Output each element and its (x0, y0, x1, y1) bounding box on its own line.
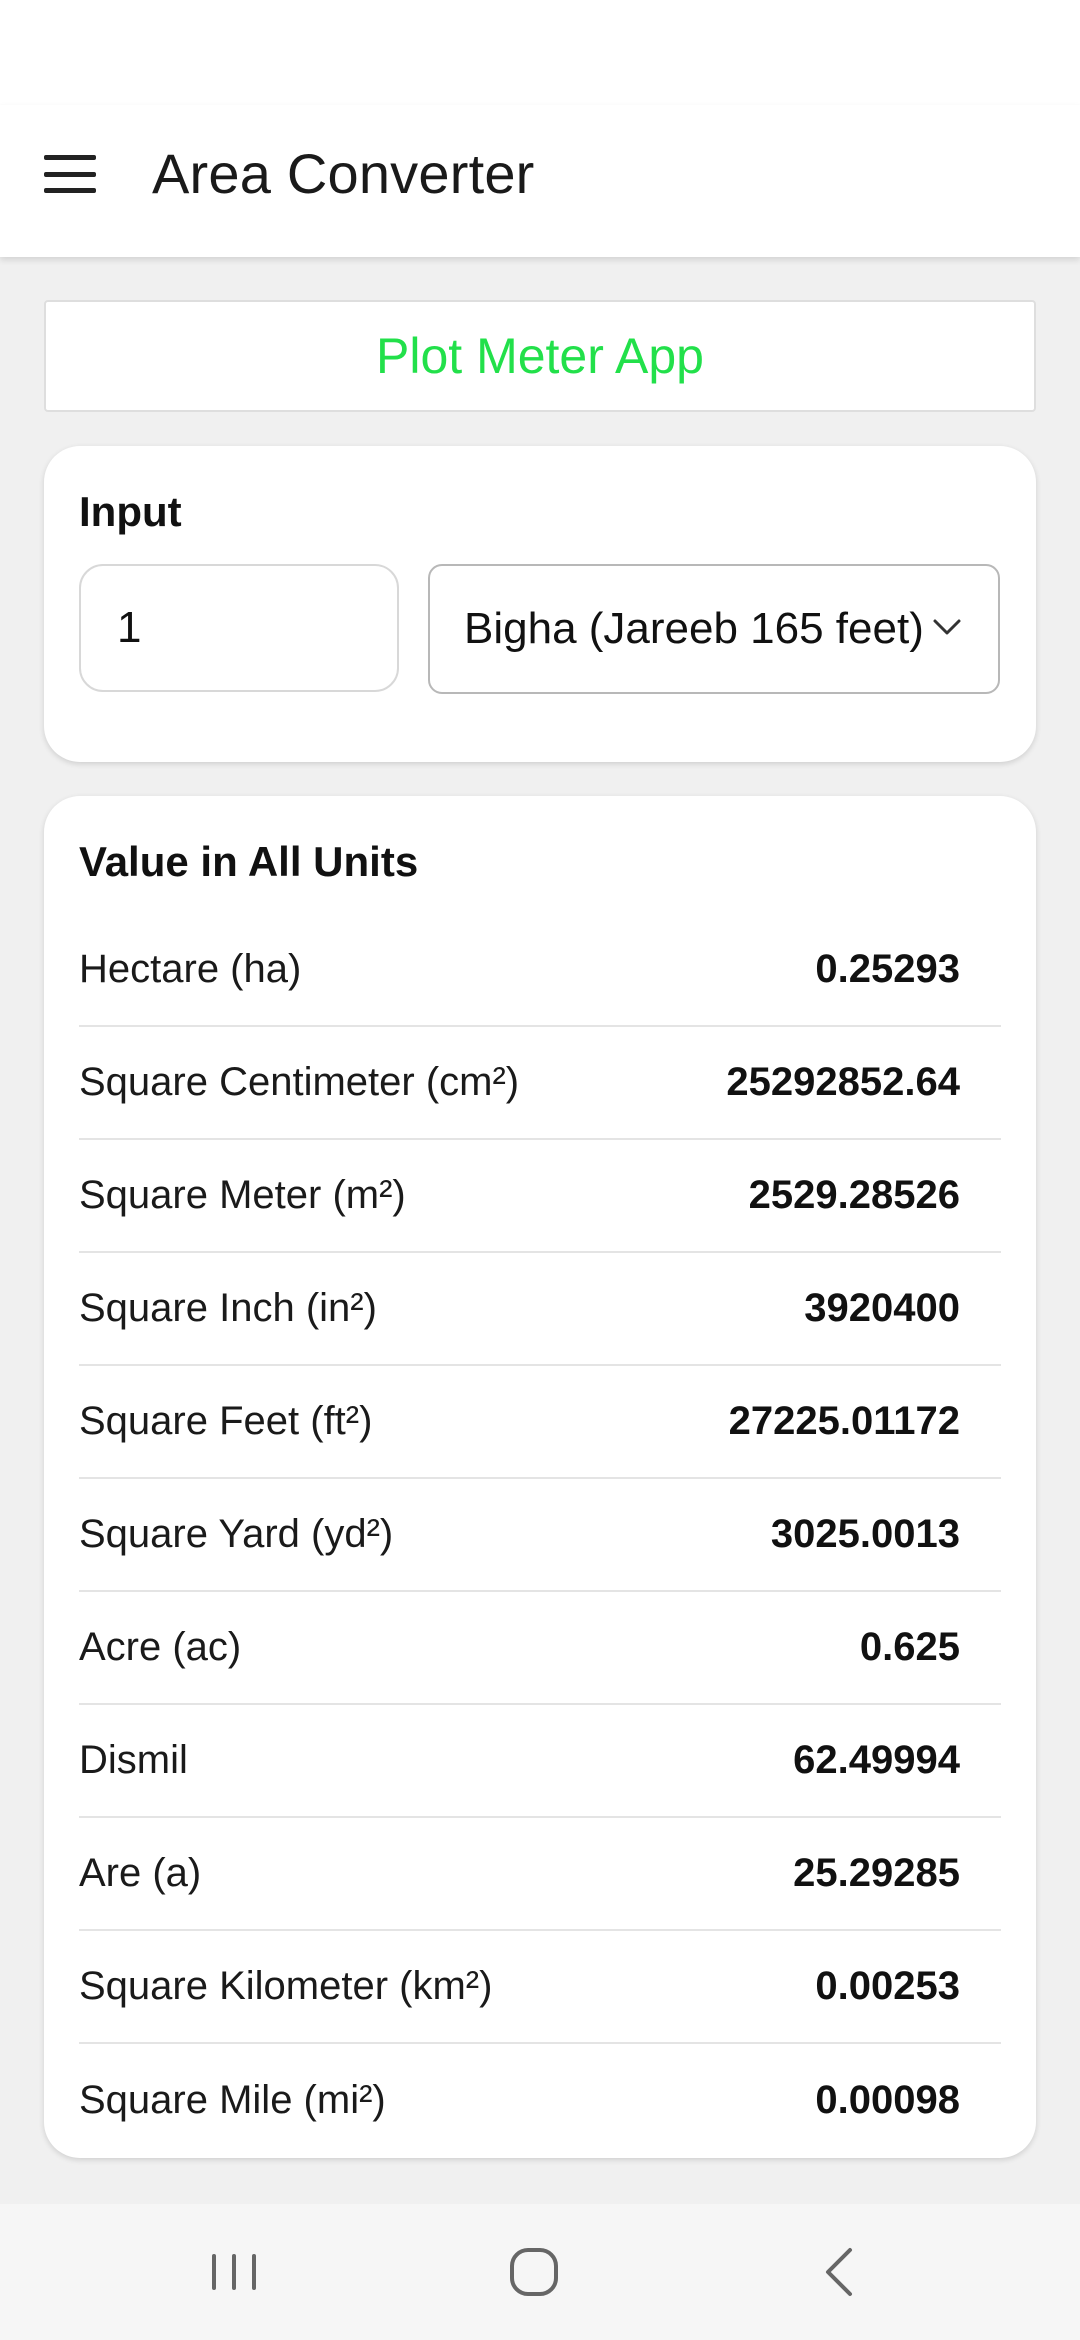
unit-label: Square Inch (in²) (79, 1286, 377, 1330)
unit-value: 0.00253 (815, 1964, 960, 2008)
app-bar: Area Converter (0, 105, 1080, 257)
list-item: Dismil 62.49994 (79, 1705, 1001, 1818)
unit-label: Square Yard (yd²) (79, 1512, 394, 1556)
status-bar (0, 0, 1080, 105)
unit-value: 0.00098 (815, 2078, 960, 2122)
unit-select[interactable]: Bigha (Jareeb 165 feet) (428, 564, 1000, 694)
unit-value: 2529.28526 (748, 1173, 960, 1217)
unit-label: Square Meter (m²) (79, 1173, 406, 1217)
unit-select-label: Bigha (Jareeb 165 feet) (464, 604, 924, 653)
unit-label: Hectare (ha) (79, 947, 302, 991)
list-item: Are (a) 25.29285 (79, 1818, 1001, 1931)
hamburger-menu-icon[interactable] (44, 155, 96, 193)
chevron-down-icon (933, 619, 961, 635)
back-icon[interactable] (810, 2242, 870, 2302)
unit-label: Square Centimeter (cm²) (79, 1060, 520, 1104)
input-card: Input Bigha (Jareeb 165 feet) (44, 446, 1036, 762)
unit-label: Square Kilometer (km²) (79, 1964, 493, 2008)
unit-value: 3920400 (804, 1286, 960, 1330)
system-nav-bar (0, 2204, 1080, 2340)
unit-value: 25.29285 (793, 1851, 960, 1895)
results-card-title: Value in All Units (79, 838, 419, 885)
unit-label: Are (a) (79, 1851, 202, 1895)
unit-label: Square Mile (mi²) (79, 2078, 386, 2122)
list-item: Square Mile (mi²) 0.00098 (79, 2044, 1001, 2157)
promo-label: Plot Meter App (376, 328, 704, 384)
list-item: Square Kilometer (km²) 0.00253 (79, 1931, 1001, 2044)
unit-label: Square Feet (ft²) (79, 1399, 373, 1443)
list-item: Square Inch (in²) 3920400 (79, 1253, 1001, 1366)
unit-value: 0.25293 (815, 947, 960, 991)
recents-icon[interactable] (204, 2242, 264, 2302)
list-item: Hectare (ha) 0.25293 (79, 914, 1001, 1027)
app-title: Area Converter (152, 142, 535, 205)
unit-label: Dismil (79, 1738, 188, 1782)
promo-banner[interactable]: Plot Meter App (44, 300, 1036, 412)
results-list: Hectare (ha) 0.25293 Square Centimeter (c… (79, 914, 1001, 2157)
input-card-title: Input (79, 488, 182, 535)
list-item: Acre (ac) 0.625 (79, 1592, 1001, 1705)
list-item: Square Yard (yd²) 3025.0013 (79, 1479, 1001, 1592)
unit-value: 25292852.64 (726, 1060, 960, 1104)
list-item: Square Centimeter (cm²) 25292852.64 (79, 1027, 1001, 1140)
unit-value: 3025.0013 (770, 1512, 960, 1556)
results-card: Value in All Units Hectare (ha) 0.25293 S… (44, 796, 1036, 2158)
home-icon[interactable] (504, 2242, 564, 2302)
unit-value: 27225.01172 (728, 1399, 960, 1443)
unit-value: 0.625 (859, 1625, 960, 1669)
list-item: Square Feet (ft²) 27225.01172 (79, 1366, 1001, 1479)
unit-label: Acre (ac) (79, 1625, 242, 1669)
unit-value: 62.49994 (793, 1738, 960, 1782)
list-item: Square Meter (m²) 2529.28526 (79, 1140, 1001, 1253)
value-input[interactable] (79, 564, 399, 692)
